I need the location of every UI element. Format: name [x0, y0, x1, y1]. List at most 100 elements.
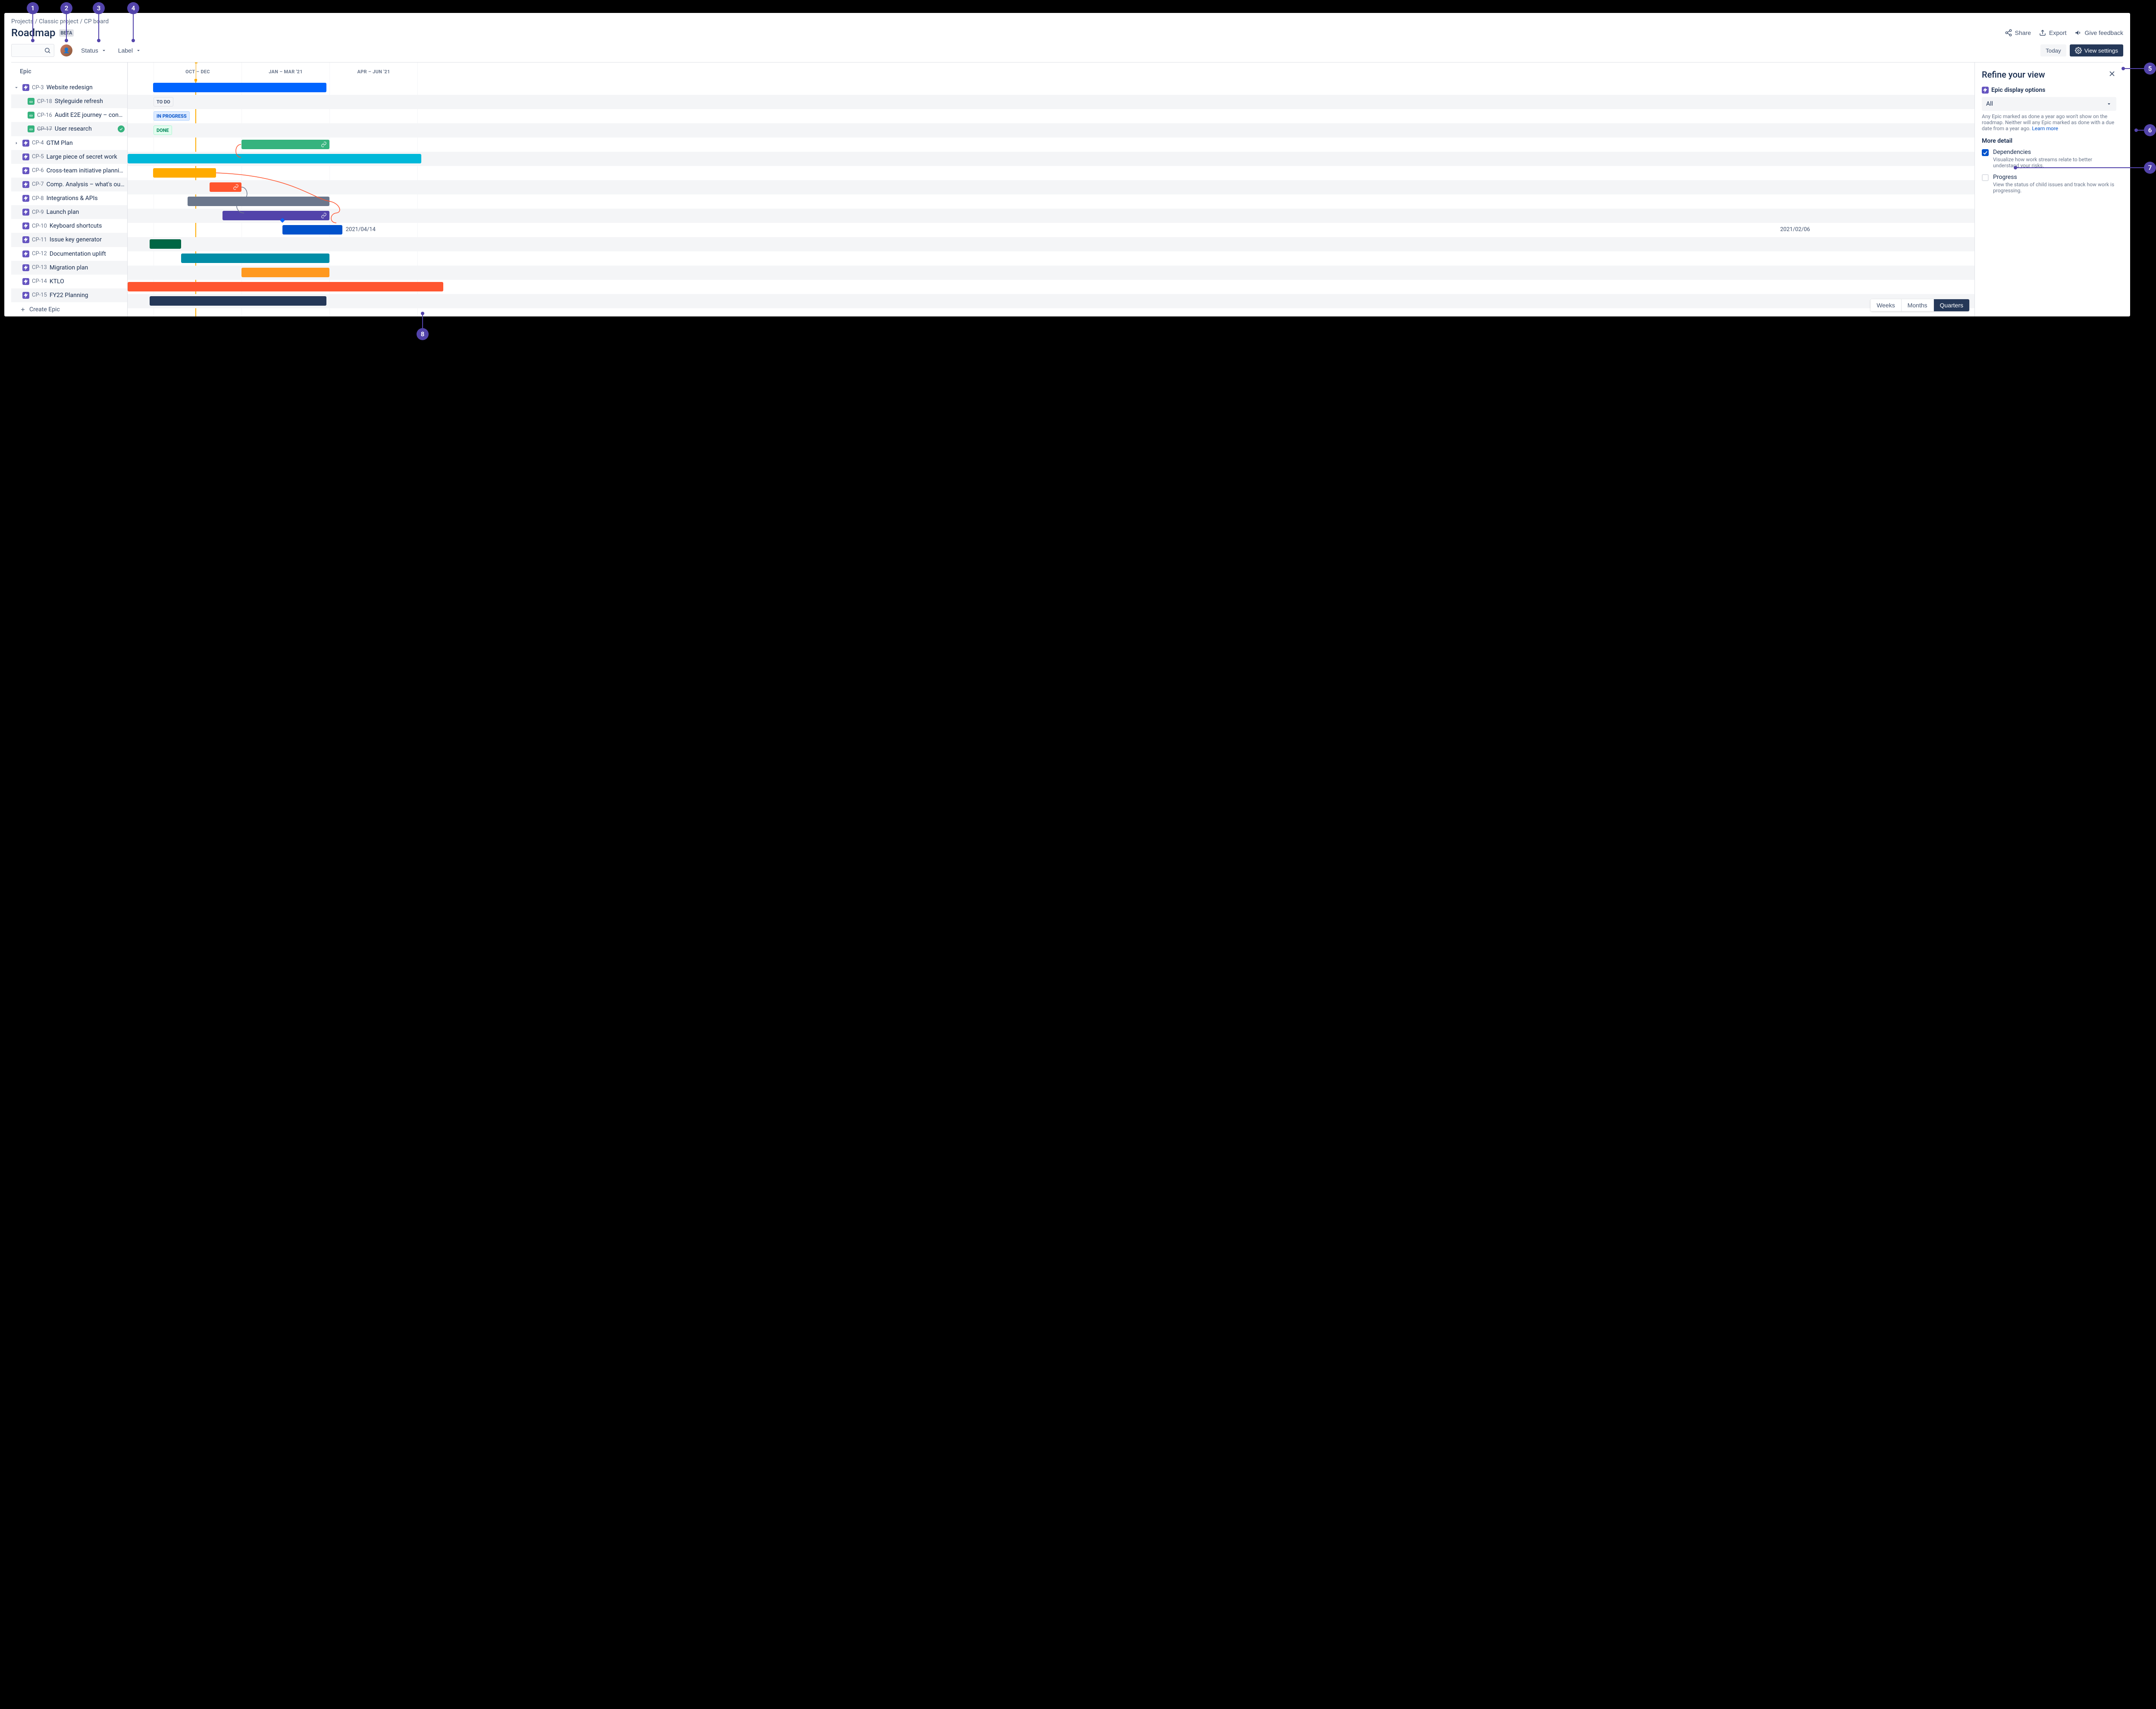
status-filter[interactable]: Status	[78, 45, 110, 56]
child-issue-row[interactable]: CP-16Audit E2E journey – consu…	[11, 108, 127, 122]
avatar[interactable]: 👤	[60, 44, 72, 56]
epic-type-icon	[22, 167, 29, 174]
issue-key: CP-12	[32, 250, 47, 257]
progress-label: Progress	[1993, 174, 2116, 181]
issue-summary: Large piece of secret work	[47, 153, 125, 160]
epic-row[interactable]: CP-13Migration plan	[11, 261, 127, 275]
plus-icon	[20, 307, 26, 313]
status-chip: DONE	[154, 125, 172, 135]
issue-key: CP-18	[37, 98, 52, 105]
chevron-down-icon	[135, 47, 141, 53]
share-icon	[2005, 29, 2012, 37]
epic-bar[interactable]	[128, 154, 421, 163]
status-chip: IN PROGRESS	[154, 111, 190, 121]
issue-summary: FY22 Planning	[50, 292, 125, 299]
issue-key: CP-4	[32, 140, 44, 146]
issue-summary: Keyboard shortcuts	[50, 222, 125, 229]
epic-row[interactable]: CP-3Website redesign	[11, 81, 127, 94]
panel-title: Refine your view	[1982, 69, 2045, 80]
feedback-button[interactable]: Give feedback	[2075, 29, 2124, 37]
timeline-row	[128, 251, 1974, 266]
dependencies-checkbox[interactable]	[1982, 149, 1989, 156]
epic-row[interactable]: CP-6Cross-team initiative planning	[11, 164, 127, 178]
zoom-quarters[interactable]: Quarters	[1934, 299, 1969, 311]
issue-summary: Comp. Analysis – what's out the…	[47, 181, 125, 188]
epic-type-icon	[22, 292, 29, 299]
epic-type-icon	[22, 264, 29, 271]
close-button[interactable]	[2108, 69, 2116, 80]
epic-type-icon	[22, 209, 29, 216]
child-issue-row[interactable]: CP-18Styleguide refresh	[11, 94, 127, 108]
export-icon	[2039, 29, 2046, 37]
issue-summary: Styleguide refresh	[55, 98, 125, 105]
expand-toggle	[13, 250, 20, 257]
epic-bar[interactable]	[282, 225, 342, 235]
timeline-row	[128, 294, 1974, 308]
epic-row[interactable]: CP-12Documentation uplift	[11, 247, 127, 261]
epic-row[interactable]: CP-4GTM Plan	[11, 136, 127, 150]
timeline-row	[128, 180, 1974, 194]
progress-checkbox[interactable]	[1982, 174, 1989, 181]
epic-row[interactable]: CP-9Launch plan	[11, 205, 127, 219]
issue-summary: User research	[55, 125, 115, 132]
epic-bar[interactable]	[188, 197, 329, 206]
epic-row[interactable]: CP-8Integrations & APIs	[11, 191, 127, 205]
epic-bar[interactable]	[181, 254, 329, 263]
epic-bar[interactable]	[153, 83, 327, 92]
epic-bar[interactable]	[150, 296, 326, 306]
epic-bar[interactable]	[210, 182, 241, 192]
learn-more-link[interactable]: Learn more	[2032, 125, 2058, 131]
epic-column-header: Epic	[11, 63, 127, 81]
expand-toggle	[13, 153, 20, 160]
timeline-period-header: APR – JUN '21	[329, 63, 417, 81]
chevron-down-icon	[101, 47, 107, 53]
child-issue-row[interactable]: CP-17User research	[11, 122, 127, 136]
create-epic-button[interactable]: Create Epic	[11, 302, 127, 316]
epic-bar[interactable]	[128, 282, 443, 291]
more-detail-heading: More detail	[1982, 138, 2116, 144]
epic-type-icon	[22, 250, 29, 257]
today-button[interactable]: Today	[2040, 44, 2066, 56]
epic-type-icon	[1982, 87, 1989, 94]
today-marker	[195, 63, 196, 81]
epic-row[interactable]: CP-15FY22 Planning	[11, 288, 127, 302]
zoom-weeks[interactable]: Weeks	[1871, 299, 1902, 311]
epic-row[interactable]: CP-5Large piece of secret work	[11, 150, 127, 164]
epic-row[interactable]: CP-7Comp. Analysis – what's out the…	[11, 178, 127, 191]
epic-bar[interactable]	[241, 140, 330, 149]
story-type-icon	[28, 125, 34, 132]
epic-display-select[interactable]: All	[1982, 97, 2116, 111]
epic-type-icon	[22, 84, 29, 91]
breadcrumb: Projects / Classic project / CP board	[11, 18, 2123, 25]
zoom-months[interactable]: Months	[1902, 299, 1934, 311]
epic-bar[interactable]	[241, 268, 330, 277]
link-icon	[233, 184, 239, 190]
expand-toggle	[13, 181, 20, 188]
epic-type-icon	[22, 195, 29, 202]
timeline-row	[128, 266, 1974, 280]
expand-toggle[interactable]	[13, 84, 20, 91]
timeline-period-header: JAN – MAR '21	[241, 63, 329, 81]
share-button[interactable]: Share	[2005, 29, 2031, 37]
epic-row[interactable]: CP-10Keyboard shortcuts	[11, 219, 127, 233]
timeline-row	[128, 280, 1974, 294]
expand-toggle	[13, 222, 20, 229]
epic-row[interactable]: CP-14KTLO	[11, 275, 127, 288]
timeline-row: 2021/02/062021/04/14	[128, 223, 1974, 237]
epic-bar[interactable]	[222, 211, 330, 220]
story-type-icon	[28, 98, 34, 105]
issue-key: CP-13	[32, 264, 47, 271]
breadcrumb-classic[interactable]: Classic project	[39, 18, 78, 25]
export-button[interactable]: Export	[2039, 29, 2066, 37]
epic-row[interactable]: CP-11Issue key generator	[11, 233, 127, 247]
label-filter[interactable]: Label	[116, 45, 144, 56]
timeline-row	[128, 152, 1974, 166]
epic-bar[interactable]	[150, 239, 181, 249]
timeline-period-header: OCT – DEC	[154, 63, 241, 81]
search-input-wrapper	[11, 44, 54, 57]
expand-toggle[interactable]	[13, 140, 20, 147]
epic-bar[interactable]	[153, 168, 216, 178]
view-settings-button[interactable]: View settings	[2070, 44, 2123, 56]
issue-summary: Issue key generator	[50, 236, 125, 243]
callout-7: 7	[2014, 162, 2156, 174]
